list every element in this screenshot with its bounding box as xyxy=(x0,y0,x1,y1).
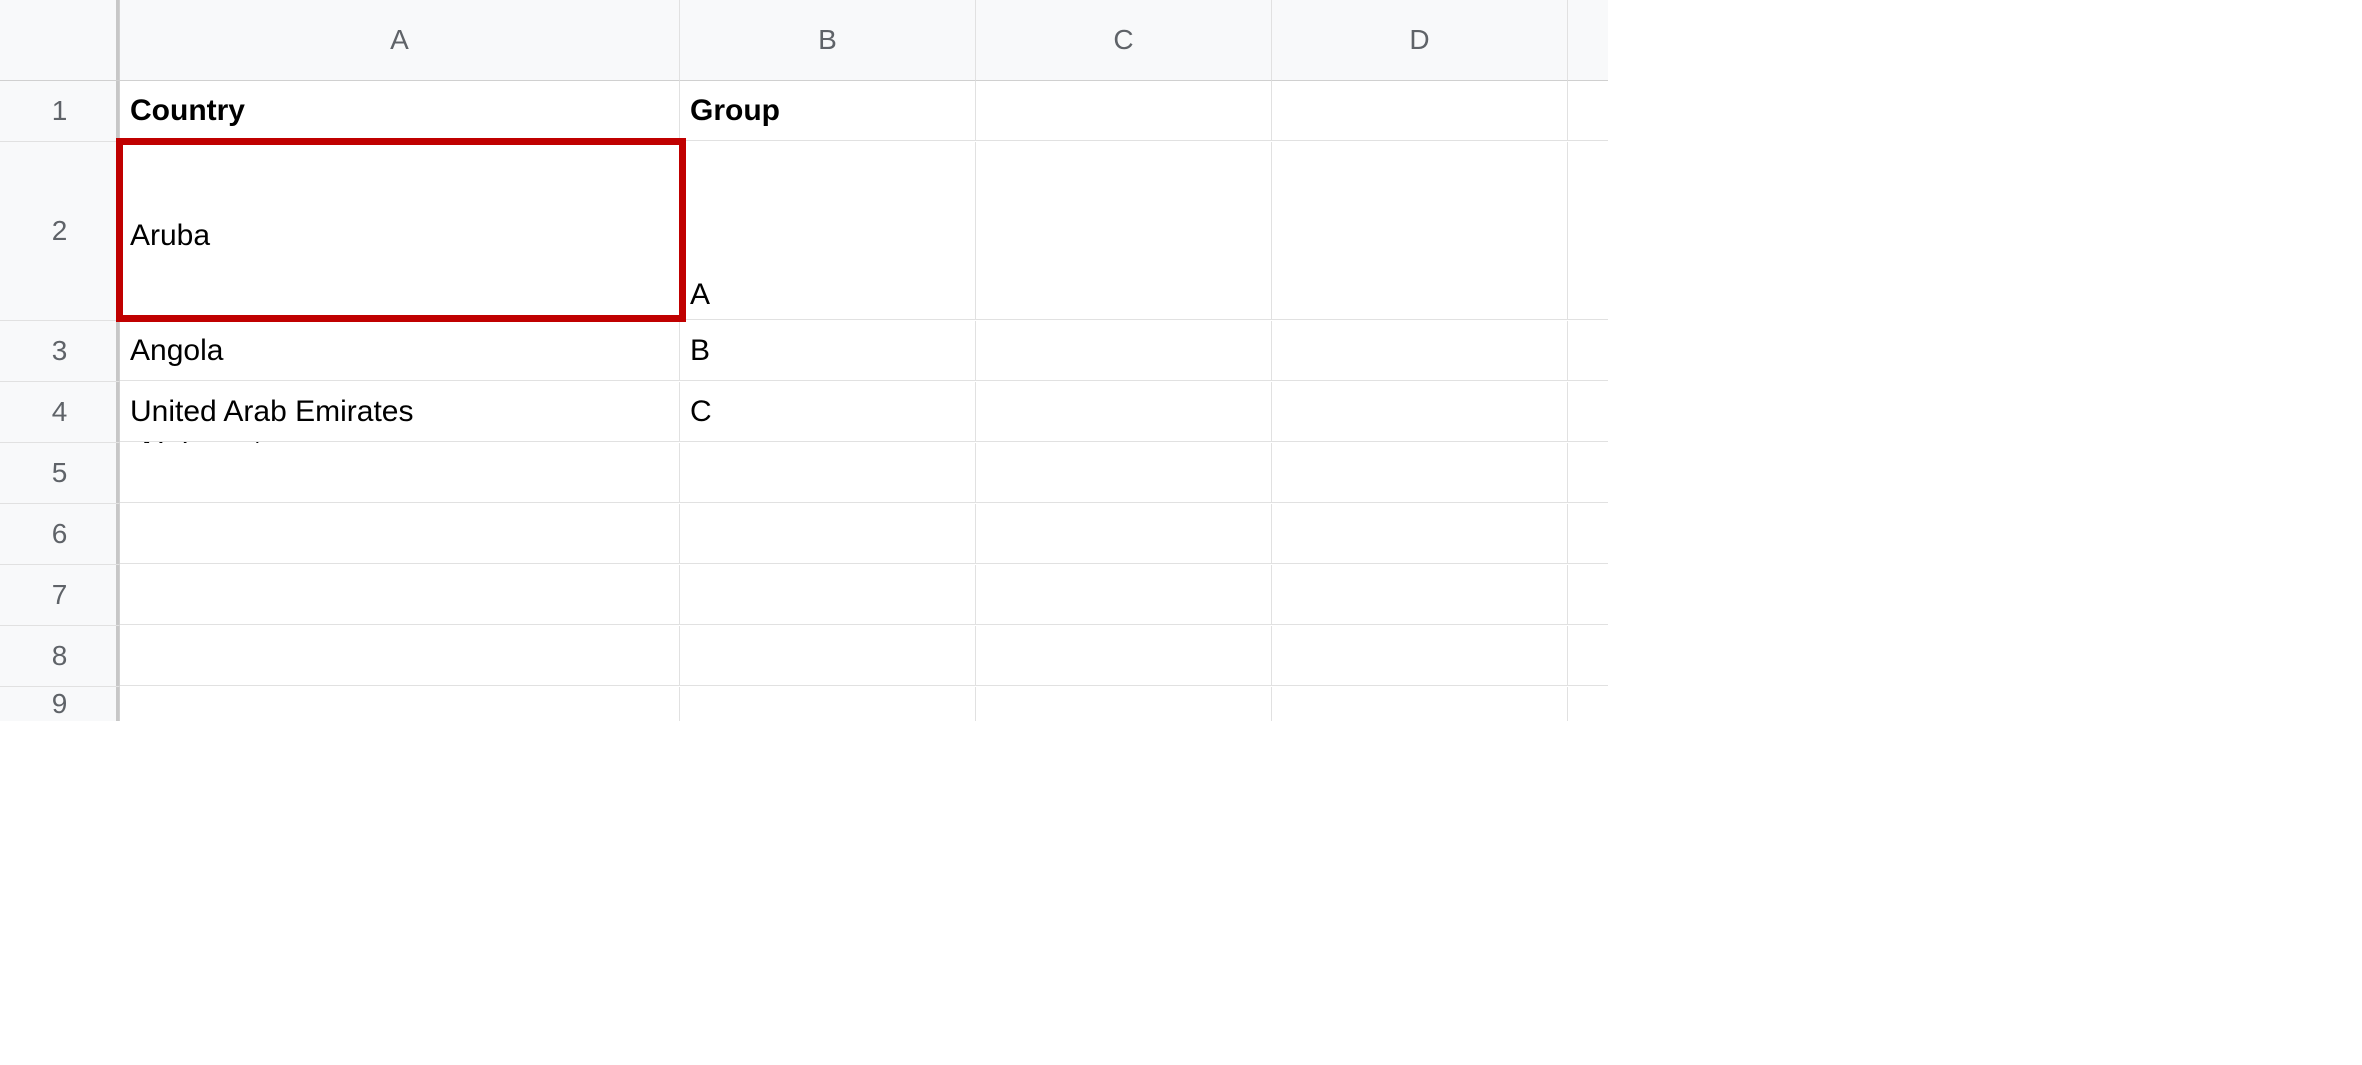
cell-edge-4 xyxy=(1568,382,1608,442)
cell-B8[interactable] xyxy=(680,626,976,686)
cell-C1[interactable] xyxy=(976,81,1272,141)
cell-A2-line1: Aruba xyxy=(130,218,669,254)
cell-D1[interactable] xyxy=(1272,81,1568,141)
row-header-3[interactable]: 3 xyxy=(0,321,120,382)
cell-D8[interactable] xyxy=(1272,626,1568,686)
cell-D3[interactable] xyxy=(1272,321,1568,381)
cell-D4[interactable] xyxy=(1272,382,1568,442)
cell-D2[interactable] xyxy=(1272,142,1568,320)
cell-edge-1 xyxy=(1568,81,1608,141)
cell-A8[interactable] xyxy=(120,626,680,686)
cell-B1[interactable]: Group xyxy=(680,81,976,141)
spreadsheet-grid[interactable]: A B C D 1 Country Group 2 Aruba Africa E… xyxy=(0,0,2362,721)
cell-edge-8 xyxy=(1568,626,1608,686)
cell-D6[interactable] xyxy=(1272,504,1568,564)
cell-C7[interactable] xyxy=(976,565,1272,625)
cell-edge-6 xyxy=(1568,504,1608,564)
cell-edge-9 xyxy=(1568,687,1608,721)
cell-D5[interactable] xyxy=(1272,443,1568,503)
cell-C9[interactable] xyxy=(976,687,1272,721)
cell-B9[interactable] xyxy=(680,687,976,721)
column-header-A[interactable]: A xyxy=(120,0,680,81)
cell-B3[interactable]: B xyxy=(680,321,976,381)
select-all-corner[interactable] xyxy=(0,0,120,81)
cell-edge-7 xyxy=(1568,565,1608,625)
cell-C6[interactable] xyxy=(976,504,1272,564)
column-header-C[interactable]: C xyxy=(976,0,1272,81)
cell-D9[interactable] xyxy=(1272,687,1568,721)
row-header-1[interactable]: 1 xyxy=(0,81,120,142)
cell-edge-2 xyxy=(1568,142,1608,320)
cell-B2[interactable]: A xyxy=(680,142,976,320)
cell-B7[interactable] xyxy=(680,565,976,625)
cell-B6[interactable] xyxy=(680,504,976,564)
cell-C2[interactable] xyxy=(976,142,1272,320)
cell-A6[interactable] xyxy=(120,504,680,564)
cell-C5[interactable] xyxy=(976,443,1272,503)
cell-C3[interactable] xyxy=(976,321,1272,381)
column-header-D[interactable]: D xyxy=(1272,0,1568,81)
row-header-9[interactable]: 9 xyxy=(0,687,120,721)
row-header-4[interactable]: 4 xyxy=(0,382,120,443)
cell-edge-3 xyxy=(1568,321,1608,381)
cell-A1[interactable]: Country xyxy=(120,81,680,141)
cell-C8[interactable] xyxy=(976,626,1272,686)
row-header-8[interactable]: 8 xyxy=(0,626,120,687)
row-header-7[interactable]: 7 xyxy=(0,565,120,626)
cell-A2[interactable]: Aruba Africa Eastern and Southern Afghan… xyxy=(120,142,680,320)
cell-D7[interactable] xyxy=(1272,565,1568,625)
cell-C4[interactable] xyxy=(976,382,1272,442)
row-header-5[interactable]: 5 xyxy=(0,443,120,504)
cell-B5[interactable] xyxy=(680,443,976,503)
column-header-B[interactable]: B xyxy=(680,0,976,81)
cell-A7[interactable] xyxy=(120,565,680,625)
row-header-2[interactable]: 2 xyxy=(0,142,120,321)
cell-A9[interactable] xyxy=(120,687,680,721)
cell-A4[interactable]: United Arab Emirates xyxy=(120,382,680,442)
cell-B4[interactable]: C xyxy=(680,382,976,442)
cell-edge-5 xyxy=(1568,443,1608,503)
row-header-6[interactable]: 6 xyxy=(0,504,120,565)
cell-A3[interactable]: Angola xyxy=(120,321,680,381)
column-header-edge xyxy=(1568,0,1608,81)
cell-A5[interactable] xyxy=(120,443,680,503)
